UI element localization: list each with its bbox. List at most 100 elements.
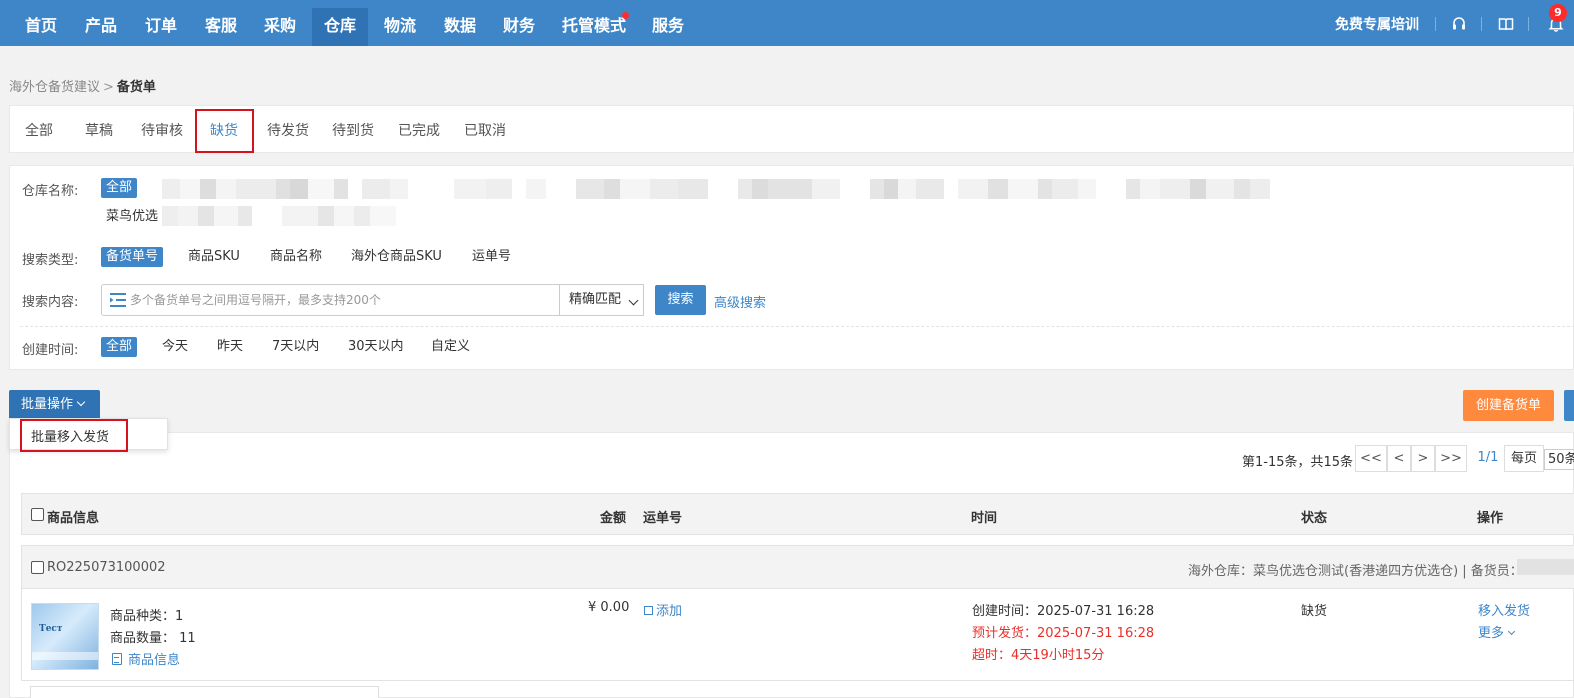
last-page-button[interactable]: >>: [1435, 445, 1467, 472]
nav-divider: [1528, 17, 1529, 31]
tab-completed[interactable]: 已完成: [398, 120, 440, 140]
create-stock-order-button[interactable]: 创建备货单: [1463, 390, 1554, 421]
product-kinds: 商品种类：1: [110, 609, 184, 624]
more-actions-link[interactable]: 更多: [1478, 622, 1516, 641]
next-row-partial: [30, 686, 379, 698]
notification-badge: 9: [1549, 4, 1567, 22]
training-link[interactable]: 免费专属培训: [1335, 0, 1419, 46]
highlight-box: [195, 109, 254, 153]
advanced-search-link[interactable]: 高级搜索: [714, 292, 766, 311]
time-option-all[interactable]: 全部: [101, 337, 138, 357]
document-icon: [112, 653, 122, 665]
nav-item-services[interactable]: 服务: [640, 8, 696, 46]
warehouse-label: 仓库名称:: [22, 184, 79, 199]
header-waybill: 运单号: [643, 511, 683, 526]
header-amount: 金额: [600, 511, 627, 526]
edit-icon: [644, 606, 653, 615]
order-row: Тест 商品种类：1 商品数量： 11 商品信息 ¥ 0.00 添加 创建时间…: [21, 589, 1574, 681]
nav-item-logistics[interactable]: 物流: [372, 8, 428, 46]
warehouse-option-all[interactable]: 全部: [101, 178, 138, 198]
batch-operation-label: 批量操作: [21, 397, 74, 412]
product-info-label: 商品信息: [128, 653, 181, 668]
time-option-7days[interactable]: 7天以内: [267, 337, 324, 357]
nav-item-orders[interactable]: 订单: [133, 8, 189, 46]
time-option-yesterday[interactable]: 昨天: [212, 337, 248, 357]
order-row-header: RO225073100002 海外仓库：菜鸟优选仓测试(香港递四方优选仓) | …: [21, 545, 1574, 589]
time-option-custom[interactable]: 自定义: [426, 337, 475, 357]
first-page-button[interactable]: <<: [1355, 445, 1387, 472]
per-page-select[interactable]: 50条: [1544, 449, 1574, 470]
product-info-link[interactable]: 商品信息: [112, 649, 180, 668]
top-nav: 首页 产品 订单 客服 采购 仓库 物流 数据 财务 托管模式 服务 免费专属培…: [0, 0, 1574, 46]
per-page-label: 每页: [1504, 445, 1544, 472]
match-mode-select[interactable]: 精确匹配: [560, 284, 644, 316]
match-mode-value: 精确匹配: [569, 292, 622, 307]
blurred-warehouse-option-tail: [162, 206, 422, 226]
next-page-button[interactable]: >: [1411, 445, 1435, 472]
move-to-ship-link[interactable]: 移入发货: [1478, 600, 1530, 619]
tab-cancelled[interactable]: 已取消: [464, 120, 506, 140]
created-time: 创建时间：2025-07-31 16:28: [972, 604, 1155, 619]
search-type-sku[interactable]: 商品SKU: [183, 247, 245, 267]
tab-draft[interactable]: 草稿: [85, 120, 113, 140]
search-type-product-name[interactable]: 商品名称: [265, 247, 327, 267]
product-thumbnail[interactable]: Тест: [31, 603, 99, 670]
order-checkbox[interactable]: [31, 561, 44, 574]
search-box: [101, 284, 560, 316]
pagination-summary: 第1-15条，共15条: [1242, 455, 1354, 470]
nav-divider: [1481, 17, 1482, 31]
search-type-label: 搜索类型:: [22, 253, 79, 268]
overtime-label: 超时：: [972, 648, 1012, 663]
nav-item-finance[interactable]: 财务: [491, 8, 547, 46]
breadcrumb-separator: >: [103, 80, 114, 95]
select-all-checkbox[interactable]: [31, 508, 44, 521]
tab-pending-shipment[interactable]: 待发货: [267, 120, 309, 140]
header-actions: 操作: [1477, 511, 1504, 526]
book-icon[interactable]: [1498, 16, 1514, 32]
warehouse-option-cainiao[interactable]: 菜鸟优选: [101, 207, 163, 227]
nav-item-products[interactable]: 产品: [73, 8, 129, 46]
nav-item-customer-service[interactable]: 客服: [193, 8, 249, 46]
header-status: 状态: [1301, 511, 1328, 526]
nav-item-home[interactable]: 首页: [13, 8, 69, 46]
order-warehouse-info: 海外仓库：菜鸟优选仓测试(香港递四方优选仓) | 备货员：: [1188, 564, 1523, 579]
nav-item-data[interactable]: 数据: [432, 8, 488, 46]
add-waybill-label: 添加: [656, 604, 683, 619]
table-header: 商品信息 金额 运单号 时间 状态 操作: [21, 493, 1574, 535]
search-button[interactable]: 搜索: [655, 285, 706, 315]
nav-divider: [1435, 17, 1436, 31]
tab-pending-review[interactable]: 待审核: [141, 120, 183, 140]
current-page: 1/1: [1477, 450, 1499, 465]
order-status: 缺货: [1301, 604, 1328, 619]
search-type-order-no[interactable]: 备货单号: [101, 247, 164, 267]
thumbnail-decoration: [32, 652, 98, 660]
more-label: 更多: [1478, 626, 1505, 641]
search-input[interactable]: [130, 285, 550, 315]
time-option-30days[interactable]: 30天以内: [343, 337, 409, 357]
nav-item-purchasing[interactable]: 采购: [252, 8, 308, 46]
chevron-down-icon: [76, 397, 86, 407]
search-type-waybill[interactable]: 运单号: [467, 247, 516, 267]
nav-item-hosting-wrap: 托管模式: [550, 8, 640, 46]
tab-pending-arrival[interactable]: 待到货: [332, 120, 374, 140]
expected-ship-time: 预计发货：2025-07-31 16:28: [972, 626, 1155, 641]
time-option-today[interactable]: 今天: [157, 337, 193, 357]
header-product-info: 商品信息: [47, 511, 100, 526]
multi-line-icon[interactable]: [110, 293, 126, 307]
batch-operation-button[interactable]: 批量操作: [9, 390, 100, 420]
partial-button[interactable]: [1564, 390, 1574, 421]
breadcrumb-parent[interactable]: 海外仓备货建议: [9, 80, 100, 95]
created-time-label: 创建时间:: [22, 343, 79, 358]
overtime: 超时：4天19小时15分: [972, 644, 1104, 663]
nav-item-warehouse[interactable]: 仓库: [312, 8, 369, 46]
headset-icon[interactable]: [1451, 16, 1467, 32]
divider: [20, 326, 1574, 327]
add-waybill-link[interactable]: 添加: [644, 600, 682, 619]
highlight-box: [20, 419, 128, 452]
prev-page-button[interactable]: <: [1387, 445, 1411, 472]
order-amount: ¥ 0.00: [588, 600, 630, 615]
new-dot: [622, 12, 629, 19]
breadcrumb-current: 备货单: [116, 80, 156, 95]
tab-all[interactable]: 全部: [25, 120, 53, 140]
search-type-overseas-sku[interactable]: 海外仓商品SKU: [346, 247, 447, 267]
